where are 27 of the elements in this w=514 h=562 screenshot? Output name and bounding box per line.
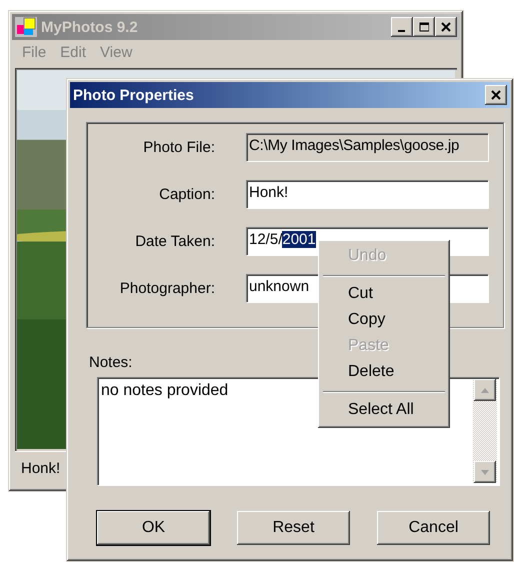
notes-text: no notes provided <box>101 382 228 400</box>
input-field[interactable]: Honk! <box>246 180 488 208</box>
close-button[interactable] <box>485 85 507 105</box>
dialog-button[interactable]: Reset <box>237 511 350 545</box>
field-label: Photo File: <box>142 138 215 156</box>
up-arrow-icon <box>481 388 489 392</box>
field-label: Notes: <box>89 354 132 371</box>
field-label: Photographer: <box>118 280 215 296</box>
window-title: MyPhotos 9.2 <box>41 18 139 36</box>
minimize-icon <box>398 30 404 32</box>
scroll-up-button[interactable] <box>474 379 496 401</box>
maximize-icon <box>419 22 429 32</box>
close-icon <box>441 22 451 32</box>
dialog-title: Photo Properties <box>73 86 195 104</box>
scrollbar[interactable] <box>473 379 497 483</box>
readonly-field[interactable]: C:\My Images\Samples\goose.jp <box>246 133 488 161</box>
menu-item[interactable]: Select All <box>321 398 447 424</box>
down-arrow-icon <box>481 470 489 474</box>
menu-item[interactable]: Cut <box>321 282 447 308</box>
field-label: Date Taken: <box>134 232 215 250</box>
field-label: Caption: <box>158 186 215 202</box>
app-icon <box>15 17 37 37</box>
close-icon <box>491 90 501 100</box>
menu-item[interactable]: Copy <box>321 308 447 334</box>
dialog-button[interactable]: OK <box>97 511 210 545</box>
scroll-down-button[interactable] <box>474 461 496 483</box>
dialog-button[interactable]: Cancel <box>377 511 490 545</box>
